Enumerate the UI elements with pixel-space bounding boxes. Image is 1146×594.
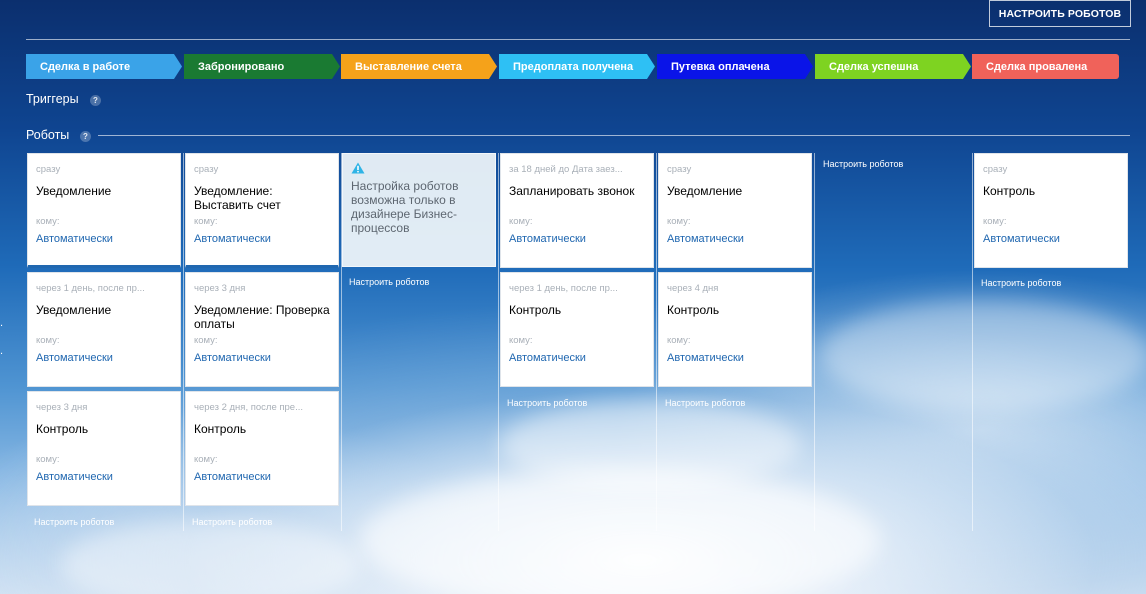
robot-recipient-label: кому:: [667, 335, 691, 346]
warning-icon: [351, 162, 365, 174]
robot-card[interactable]: через 1 день, после пр... Контроль кому:…: [500, 272, 654, 387]
robot-title: Уведомление: Выставить счет: [194, 184, 281, 212]
robots-warning-card: Настройка роботов возможна только в диза…: [342, 153, 496, 267]
robot-delay: через 4 дня: [667, 283, 719, 294]
robot-title: Уведомление: [36, 303, 112, 317]
robot-title: Контроль: [194, 422, 247, 436]
stage-booked[interactable]: Забронировано: [184, 54, 340, 79]
robot-title: Уведомление: [667, 184, 743, 198]
robot-delay: через 3 дня: [36, 402, 88, 413]
robot-delay: сразу: [36, 164, 61, 175]
stage-label: Забронировано: [198, 60, 285, 73]
robot-recipient-label: кому:: [983, 216, 1007, 227]
robots-title: Роботы: [26, 128, 70, 142]
triggers-help-icon[interactable]: ?: [90, 95, 101, 106]
robot-delay: сразу: [983, 164, 1008, 175]
robot-recipient-link[interactable]: Автоматически: [667, 352, 744, 364]
robot-recipient-label: кому:: [36, 216, 60, 227]
robot-delay: через 1 день, после пр...: [509, 283, 618, 294]
configure-robots-link[interactable]: Настроить роботов: [34, 517, 114, 527]
stage-label: Сделка успешна: [829, 60, 919, 73]
stage-label: Сделка провалена: [986, 60, 1088, 73]
stage-voucher-paid[interactable]: Путевка оплачена: [657, 54, 813, 79]
cloud-decoration: [60, 520, 360, 594]
robot-recipient-label: кому:: [36, 454, 60, 465]
robot-delay: через 1 день, после пр...: [36, 283, 145, 294]
robot-delay: сразу: [194, 164, 219, 175]
robot-title: Уведомление: Проверка оплаты: [194, 303, 330, 331]
configure-robots-button[interactable]: НАСТРОИТЬ РОБОТОВ: [989, 0, 1131, 27]
column-divider: [498, 153, 499, 531]
robot-recipient-link[interactable]: Автоматически: [194, 352, 271, 364]
robot-recipient-link[interactable]: Автоматически: [509, 352, 586, 364]
robot-title: Контроль: [667, 303, 720, 317]
triggers-title: Триггеры: [26, 92, 79, 106]
robot-recipient-link[interactable]: Автоматически: [667, 233, 744, 245]
robot-recipient-label: кому:: [509, 216, 533, 227]
robot-card[interactable]: за 18 дней до Дата заез... Запланировать…: [500, 153, 654, 268]
configure-robots-link[interactable]: Настроить роботов: [507, 398, 587, 408]
column-divider: [183, 153, 184, 531]
robots-divider: [98, 135, 1130, 136]
robot-card[interactable]: сразу Уведомление: Выставить счет кому: …: [185, 153, 339, 268]
stage-invoicing[interactable]: Выставление счета: [341, 54, 497, 79]
robot-recipient-label: кому:: [194, 216, 218, 227]
stage-deal-failed[interactable]: Сделка провалена: [972, 54, 1119, 79]
configure-robots-link[interactable]: Настроить роботов: [665, 398, 745, 408]
stage-label: Выставление счета: [355, 60, 462, 73]
robot-recipient-link[interactable]: Автоматически: [36, 233, 113, 245]
robot-recipient-link[interactable]: Автоматически: [983, 233, 1060, 245]
robot-card[interactable]: через 1 день, после пр... Уведомление ко…: [27, 272, 181, 387]
robot-delay: через 2 дня, после пре...: [194, 402, 303, 413]
robot-title: Контроль: [509, 303, 562, 317]
robot-recipient-label: кому:: [194, 335, 218, 346]
robot-delay: сразу: [667, 164, 692, 175]
robot-recipient-label: кому:: [36, 335, 60, 346]
robot-card[interactable]: сразу Контроль кому: Автоматически: [974, 153, 1128, 268]
configure-robots-link[interactable]: Настроить роботов: [823, 159, 903, 169]
warning-text: Настройка роботов возможна только в диза…: [351, 179, 459, 235]
robot-recipient-label: кому:: [667, 216, 691, 227]
robot-title: Запланировать звонок: [509, 184, 635, 198]
stage-label: Путевка оплачена: [671, 60, 770, 73]
column-divider: [972, 153, 973, 531]
robot-recipient-link[interactable]: Автоматически: [194, 233, 271, 245]
robot-title: Уведомление: [36, 184, 112, 198]
cloud-decoration: [820, 300, 1146, 410]
configure-robots-link[interactable]: Настроить роботов: [349, 277, 429, 287]
robot-card[interactable]: через 2 дня, после пре... Контроль кому:…: [185, 391, 339, 506]
column-divider: [814, 153, 815, 531]
robots-help-icon[interactable]: ?: [80, 131, 91, 142]
edge-mark: .: [0, 317, 4, 329]
robot-card[interactable]: через 4 дня Контроль кому: Автоматически: [658, 272, 812, 387]
robot-card[interactable]: через 3 дня Уведомление: Проверка оплаты…: [185, 272, 339, 387]
robot-recipient-link[interactable]: Автоматически: [194, 471, 271, 483]
stage-label: Предоплата получена: [513, 60, 634, 73]
robot-recipient-link[interactable]: Автоматически: [36, 352, 113, 364]
column-divider: [656, 153, 657, 531]
stage-prepayment-received[interactable]: Предоплата получена: [499, 54, 655, 79]
robot-card[interactable]: сразу Уведомление кому: Автоматически: [27, 153, 181, 268]
cloud-decoration: [500, 400, 800, 490]
robot-title: Контроль: [36, 422, 89, 436]
robot-delay: через 3 дня: [194, 283, 246, 294]
stage-label: Сделка в работе: [40, 60, 131, 73]
stage-deal-successful[interactable]: Сделка успешна: [815, 54, 971, 79]
robot-delay: за 18 дней до Дата заез...: [509, 164, 623, 175]
stage-deal-in-progress[interactable]: Сделка в работе: [26, 54, 182, 79]
robot-recipient-label: кому:: [194, 454, 218, 465]
edge-mark: .: [0, 345, 4, 357]
robot-recipient-link[interactable]: Автоматически: [509, 233, 586, 245]
robot-title: Контроль: [983, 184, 1036, 198]
robot-card[interactable]: сразу Уведомление кому: Автоматически: [658, 153, 812, 268]
header-divider: [26, 39, 1130, 40]
robot-recipient-label: кому:: [509, 335, 533, 346]
robot-recipient-link[interactable]: Автоматически: [36, 471, 113, 483]
configure-robots-link[interactable]: Настроить роботов: [192, 517, 272, 527]
robot-card[interactable]: через 3 дня Контроль кому: Автоматически: [27, 391, 181, 506]
configure-robots-link[interactable]: Настроить роботов: [981, 278, 1061, 288]
